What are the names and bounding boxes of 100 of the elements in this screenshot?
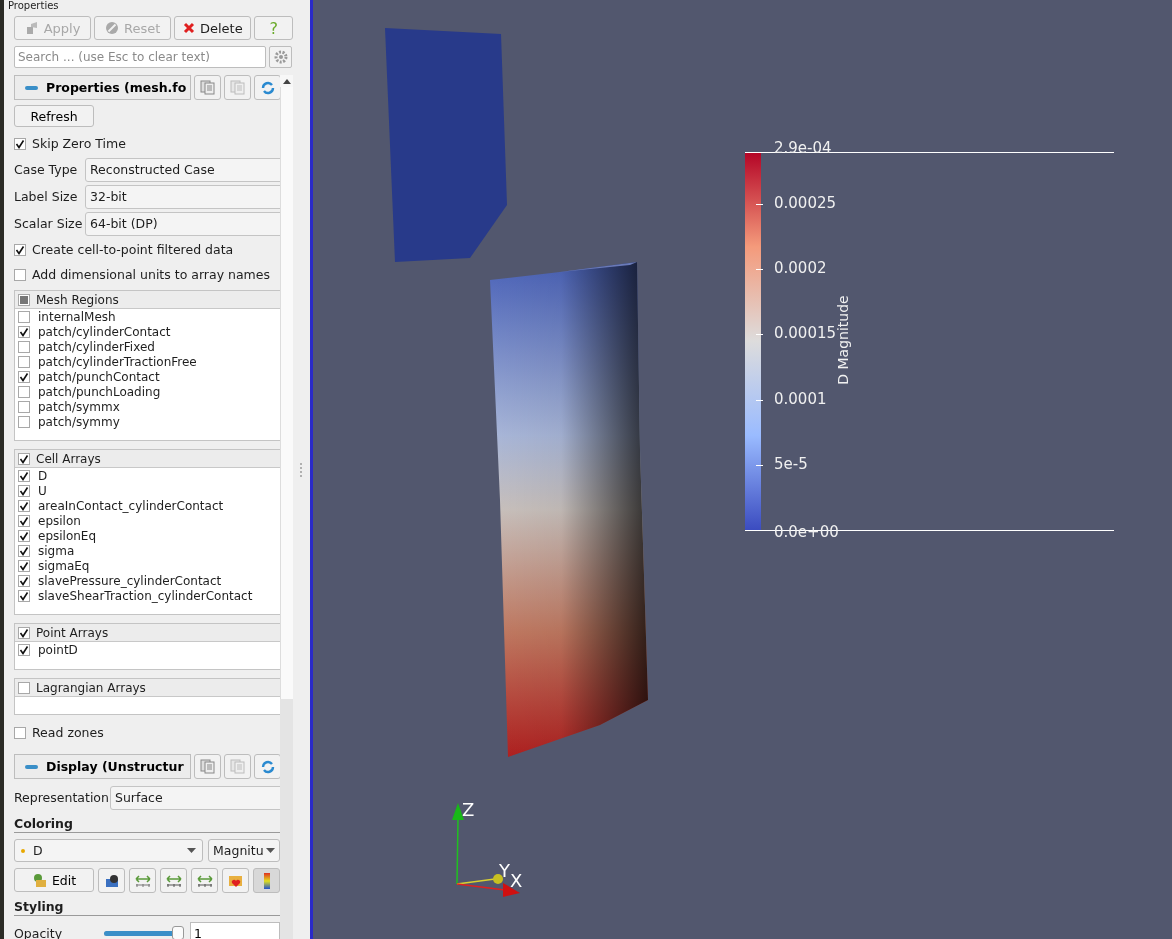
dropdown[interactable]: 32-bit — [85, 184, 280, 209]
section-header[interactable]: Display (Unstructur — [14, 754, 191, 779]
list-item[interactable]: patch/cylinderTractionFree — [38, 354, 197, 369]
reload-button[interactable] — [254, 754, 280, 779]
checkbox[interactable] — [18, 452, 30, 465]
settings-button[interactable] — [269, 46, 292, 68]
copy-button[interactable] — [194, 754, 221, 779]
list-item[interactable]: patch/punchContact — [38, 369, 160, 384]
caret-icon — [266, 847, 275, 854]
scroll-up-icon — [282, 78, 291, 84]
axis-label: Y — [499, 862, 510, 880]
list-header: Point Arrays — [36, 625, 109, 640]
apply-icon — [24, 21, 39, 35]
refresh-button[interactable]: Refresh — [14, 105, 94, 127]
opacity-field[interactable]: 1 — [190, 922, 280, 939]
rescale-icon — [134, 873, 151, 888]
checkbox[interactable] — [18, 514, 30, 527]
checkbox-label: Read zones — [32, 725, 104, 740]
rescale-temporal-icon — [196, 873, 213, 888]
checkbox[interactable] — [18, 415, 30, 428]
search-field[interactable]: Search ... (use Esc to clear text) — [14, 46, 266, 68]
dropdown[interactable]: Surface — [110, 785, 280, 810]
legend-tick-label: 0.0001 — [774, 391, 827, 407]
edit-button[interactable]: Edit — [14, 868, 94, 892]
reload-button[interactable] — [254, 75, 280, 100]
list-item[interactable]: slavePressure_cylinderContact — [38, 573, 222, 588]
checkbox[interactable] — [18, 574, 30, 587]
checkbox[interactable] — [14, 243, 26, 256]
list-header: Mesh Regions — [36, 292, 119, 307]
paste-button[interactable] — [224, 75, 251, 100]
checkbox[interactable] — [18, 400, 30, 413]
checkbox[interactable] — [18, 484, 30, 497]
reset-icon — [105, 21, 119, 35]
checkbox-label: Skip Zero Time — [32, 136, 126, 151]
settings-icon — [273, 50, 288, 64]
list-item[interactable]: sigma — [38, 543, 75, 558]
list-item[interactable]: patch/symmy — [38, 414, 120, 429]
list-item[interactable]: internalMesh — [38, 309, 116, 324]
axis-label: X — [510, 872, 523, 890]
section-header[interactable]: Properties (mesh.fo — [14, 75, 191, 100]
list-item[interactable]: patch/cylinderContact — [38, 324, 171, 339]
slider-handle[interactable] — [172, 926, 185, 939]
list-item[interactable]: sigmaEq — [38, 558, 90, 573]
list-item[interactable]: epsilonEq — [38, 528, 97, 543]
checkbox[interactable] — [18, 310, 30, 323]
list-item[interactable]: U — [38, 483, 47, 498]
delete-icon — [182, 22, 195, 34]
colormap-icon — [31, 873, 48, 887]
checkbox[interactable] — [18, 544, 30, 557]
field-label: Representation — [14, 790, 110, 805]
checkbox[interactable] — [18, 370, 30, 383]
checkbox[interactable] — [18, 529, 30, 542]
checkbox[interactable] — [14, 726, 26, 739]
field-label: Scalar Size — [14, 216, 84, 231]
legend-tick-label: 0.0002 — [774, 261, 827, 277]
list-item[interactable]: epsilon — [38, 513, 81, 528]
dropdown[interactable]: 64-bit (DP) — [85, 211, 280, 236]
copy-button[interactable] — [194, 75, 221, 100]
list-item[interactable]: areaInContact_cylinderContact — [38, 498, 224, 513]
axis-label: Z — [462, 801, 475, 819]
list-item[interactable]: pointD — [38, 642, 78, 657]
list-item[interactable]: D — [38, 468, 48, 483]
checkbox[interactable] — [14, 268, 26, 281]
checkbox[interactable] — [18, 626, 30, 639]
legend-tick-label: 0.00015 — [774, 326, 837, 342]
list-item[interactable]: patch/punchLoading — [38, 384, 161, 399]
checkbox[interactable] — [14, 137, 26, 150]
legend-title: D Magnitude — [835, 295, 850, 385]
clipboard-icon — [230, 759, 245, 774]
list-item[interactable]: patch/symmx — [38, 399, 120, 414]
favorites-button[interactable] — [222, 868, 249, 893]
checkbox[interactable] — [18, 681, 30, 694]
choose-preset-button[interactable] — [98, 868, 125, 893]
preset-icon — [103, 873, 120, 888]
legend-tick-label: 0.00025 — [774, 196, 837, 212]
rescale-custom-button[interactable] — [160, 868, 187, 893]
checkbox[interactable] — [18, 559, 30, 572]
checkbox[interactable] — [18, 589, 30, 602]
checkbox[interactable] — [18, 325, 30, 338]
color-by-dropdown[interactable]: D — [14, 839, 203, 862]
paste-button[interactable] — [224, 754, 251, 779]
dropdown[interactable]: Reconstructed Case — [85, 157, 280, 182]
opacity-slider[interactable] — [104, 926, 184, 939]
checkbox[interactable] — [18, 355, 30, 368]
scrollbar[interactable] — [280, 75, 293, 939]
checkbox[interactable] — [18, 340, 30, 353]
reload-icon — [259, 79, 276, 96]
point-data-icon — [21, 848, 25, 853]
rescale-temporal-button[interactable] — [191, 868, 218, 893]
delete-button[interactable]: Delete — [174, 16, 252, 40]
checkbox[interactable] — [18, 643, 30, 656]
color-legend-button[interactable] — [253, 868, 280, 893]
checkbox[interactable] — [18, 469, 30, 482]
panel-title: Properties — [8, 0, 59, 12]
list-item[interactable]: patch/cylinderFixed — [38, 339, 155, 354]
checkbox[interactable] — [18, 385, 30, 398]
list-item[interactable]: slaveShearTraction_cylinderContact — [38, 588, 253, 603]
component-dropdown[interactable]: Magnitu — [208, 839, 280, 862]
checkbox[interactable] — [18, 499, 30, 512]
checkbox[interactable] — [18, 293, 30, 306]
